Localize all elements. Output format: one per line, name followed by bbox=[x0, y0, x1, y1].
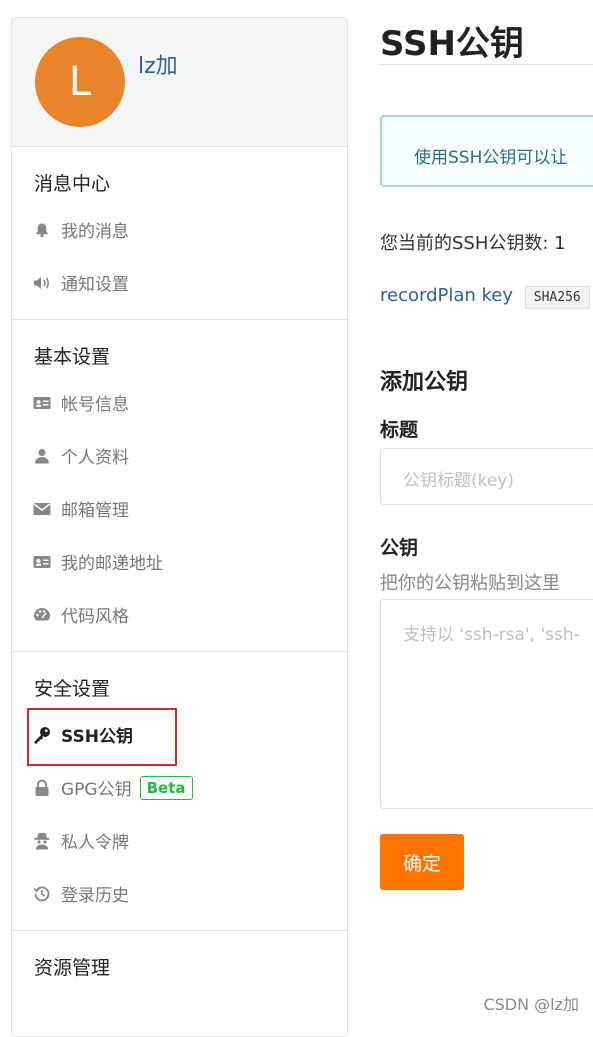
title-divider bbox=[380, 64, 593, 65]
sidebar-item-label: 个人资料 bbox=[61, 448, 129, 468]
annotation-highlight-box bbox=[27, 708, 177, 766]
sidebar-item-label: 私人令牌 bbox=[61, 833, 129, 853]
palette-icon bbox=[33, 606, 51, 624]
sidebar-item-code-style[interactable]: 代码风格 bbox=[12, 588, 347, 641]
info-message-text: 使用SSH公钥可以让 bbox=[414, 148, 568, 168]
section-security-settings: 安全设置 SSH公钥 GPG公钥 Beta 私人令牌 登录历史 bbox=[12, 652, 347, 931]
key-name-link[interactable]: recordPlan key bbox=[380, 285, 513, 306]
sidebar-item-ssh-keys[interactable]: SSH公钥 bbox=[12, 708, 347, 766]
section-resources: 资源管理 bbox=[12, 931, 347, 997]
username-link[interactable]: lz加 bbox=[138, 48, 178, 80]
watermark: CSDN @lz加 bbox=[483, 995, 579, 1014]
speaker-icon bbox=[33, 274, 51, 292]
address-card-icon bbox=[33, 553, 51, 571]
sidebar-item-label: 登录历史 bbox=[61, 886, 129, 906]
spy-icon bbox=[33, 832, 51, 850]
settings-sidebar: L lz加 消息中心 我的消息 通知设置 基本设置 帐号信息 个人资料 邮箱管理… bbox=[11, 17, 348, 1037]
beta-badge: Beta bbox=[139, 775, 193, 800]
sidebar-item-notification-settings[interactable]: 通知设置 bbox=[12, 256, 347, 309]
id-card-icon bbox=[33, 394, 51, 412]
section-title-messages: 消息中心 bbox=[34, 173, 111, 195]
sidebar-item-profile[interactable]: 个人资料 bbox=[12, 429, 347, 482]
user-icon bbox=[33, 447, 51, 465]
sidebar-item-account-info[interactable]: 帐号信息 bbox=[12, 376, 347, 429]
confirm-button[interactable]: 确定 bbox=[380, 834, 464, 890]
public-key-textarea[interactable]: 支持以 'ssh-rsa', 'ssh- bbox=[380, 599, 593, 809]
history-icon bbox=[33, 885, 51, 903]
envelope-icon bbox=[33, 500, 51, 518]
section-title-security: 安全设置 bbox=[34, 678, 111, 700]
key-count-text: 您当前的SSH公钥数: 1 bbox=[380, 233, 566, 254]
sidebar-item-email[interactable]: 邮箱管理 bbox=[12, 482, 347, 535]
info-message: 使用SSH公钥可以让 bbox=[380, 115, 593, 187]
sidebar-item-login-history[interactable]: 登录历史 bbox=[12, 867, 347, 920]
sidebar-item-label: 帐号信息 bbox=[61, 395, 129, 415]
sidebar-item-my-messages[interactable]: 我的消息 bbox=[12, 203, 347, 256]
sidebar-item-mailing-address[interactable]: 我的邮递地址 bbox=[12, 535, 347, 588]
page-title: SSH公钥 bbox=[380, 24, 524, 64]
sidebar-item-label: 我的邮递地址 bbox=[61, 554, 163, 574]
key-fingerprint: SHA256 bbox=[524, 286, 590, 309]
avatar[interactable]: L bbox=[35, 37, 125, 127]
key-title-input[interactable]: 公钥标题(key) bbox=[380, 448, 593, 505]
sidebar-item-label: 通知设置 bbox=[61, 275, 129, 295]
section-messages: 消息中心 我的消息 通知设置 bbox=[12, 147, 347, 320]
section-title-resources: 资源管理 bbox=[34, 957, 111, 979]
sidebar-item-label: 邮箱管理 bbox=[61, 501, 129, 521]
key-title-placeholder: 公钥标题(key) bbox=[403, 471, 515, 491]
key-list-item: recordPlan key SHA256 bbox=[380, 285, 590, 309]
sidebar-item-gpg-keys[interactable]: GPG公钥 Beta bbox=[12, 761, 347, 814]
sidebar-item-label: 代码风格 bbox=[61, 607, 129, 627]
title-field-label: 标题 bbox=[380, 419, 419, 441]
public-key-placeholder: 支持以 'ssh-rsa', 'ssh- bbox=[403, 625, 580, 645]
profile-header: L lz加 bbox=[12, 18, 347, 147]
sidebar-item-label: GPG公钥 bbox=[61, 780, 132, 800]
sidebar-item-label: 我的消息 bbox=[61, 222, 129, 242]
key-field-hint: 把你的公钥粘贴到这里 bbox=[380, 573, 560, 594]
add-key-heading: 添加公钥 bbox=[380, 370, 469, 395]
lock-icon bbox=[33, 779, 51, 797]
bell-icon bbox=[33, 221, 51, 239]
section-basic-settings: 基本设置 帐号信息 个人资料 邮箱管理 我的邮递地址 代码风格 bbox=[12, 320, 347, 652]
section-title-basic: 基本设置 bbox=[34, 346, 111, 368]
key-field-label: 公钥 bbox=[380, 537, 419, 559]
sidebar-item-private-tokens[interactable]: 私人令牌 bbox=[12, 814, 347, 867]
